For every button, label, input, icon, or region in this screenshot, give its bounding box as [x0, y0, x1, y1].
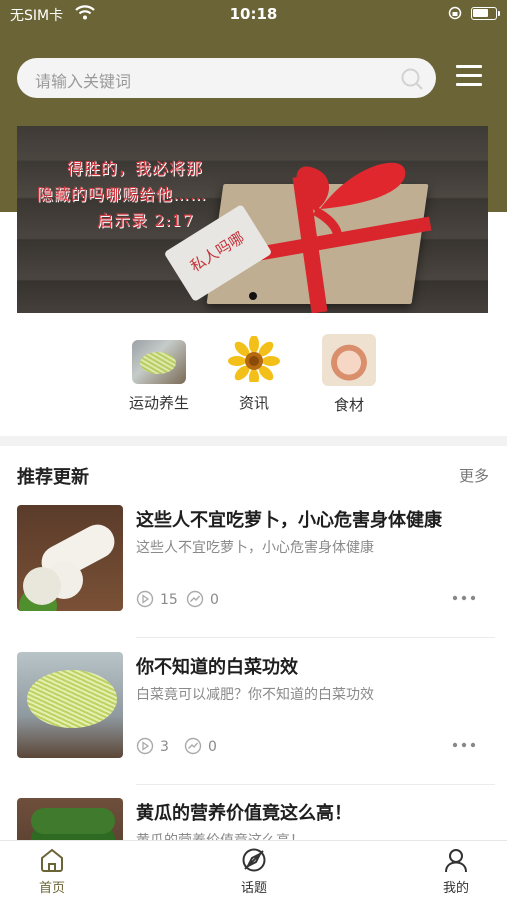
recommend-section: 推荐更新 更多 这些人不宜吃萝卜，小心危害身体健康 这些人不宜吃萝卜，小心危害身…	[0, 446, 507, 840]
article-summary: 黄瓜的营养价值竟这么高！	[136, 830, 304, 840]
tab-profile[interactable]: 我的	[416, 847, 496, 896]
tab-label: 话题	[240, 881, 267, 896]
article-title: 黄瓜的营养价值竟这么高！	[136, 803, 352, 824]
status-bar: 无SIM卡 10:18	[0, 0, 507, 28]
more-link[interactable]: 更多	[459, 465, 489, 486]
list-item[interactable]: 你不知道的白菜功效 白菜竟可以减肥？你不知道的白菜功效 3 0	[0, 639, 507, 785]
topic-compass-icon	[242, 848, 266, 872]
tab-bar: 首页 话题 我的	[0, 840, 507, 900]
battery-icon	[471, 7, 500, 20]
banner-quote-line: 启示录 2:17	[97, 211, 195, 230]
share-count: 0	[184, 737, 217, 755]
list-item[interactable]: 黄瓜的营养价值竟这么高！ 黄瓜的营养价值竟这么高！	[0, 785, 507, 840]
banner-carousel[interactable]: 得胜的，我必将那 隐藏的吗哪赐给他…… 启示录 2:17 私人吗哪	[17, 126, 488, 313]
search-bar[interactable]: 请输入关键词	[17, 58, 436, 98]
article-title: 这些人不宜吃萝卜，小心危害身体健康	[136, 510, 442, 531]
menu-icon[interactable]	[456, 65, 484, 89]
category-sport-health[interactable]: 运动养生	[111, 336, 207, 413]
cabbage-photo	[17, 652, 123, 758]
tab-label: 我的	[442, 881, 469, 896]
play-icon	[136, 737, 154, 755]
more-options-icon[interactable]	[452, 742, 476, 748]
gift-bow-icon	[296, 162, 406, 241]
orientation-lock-icon	[448, 6, 462, 24]
view-count: 15	[136, 590, 178, 608]
article-summary: 白菜竟可以减肥？你不知道的白菜功效	[136, 687, 374, 703]
tab-label: 首页	[38, 881, 65, 896]
share-count-value: 0	[208, 739, 217, 755]
section-title: 推荐更新	[17, 467, 89, 488]
home-icon	[41, 848, 63, 872]
search-input[interactable]: 请输入关键词	[35, 68, 131, 92]
share-count: 0	[186, 590, 219, 608]
banner-quote-line: 隐藏的吗哪赐给他……	[37, 185, 208, 204]
list-item[interactable]: 这些人不宜吃萝卜，小心危害身体健康 这些人不宜吃萝卜，小心危害身体健康 15 0	[0, 492, 507, 638]
category-row: 运动养生 资讯 食材	[0, 334, 507, 426]
food-bowl-photo-icon	[322, 334, 376, 386]
category-label: 运动养生	[128, 394, 189, 412]
play-icon	[136, 590, 154, 608]
profile-icon	[445, 849, 467, 873]
banner-quote-line: 得胜的，我必将那	[67, 159, 204, 178]
article-summary: 这些人不宜吃萝卜，小心危害身体健康	[136, 540, 374, 556]
category-label: 食材	[333, 396, 364, 414]
banner-quote: 得胜的，我必将那 隐藏的吗哪赐给他…… 启示录 2:17	[37, 156, 207, 234]
tab-home[interactable]: 首页	[12, 847, 92, 896]
clock: 10:18	[229, 5, 278, 23]
share-count-value: 0	[210, 592, 219, 608]
category-label: 资讯	[238, 394, 269, 412]
view-count-value: 3	[160, 739, 169, 755]
search-icon[interactable]	[400, 67, 424, 95]
view-count: 3	[136, 737, 169, 755]
tab-topics[interactable]: 话题	[214, 847, 294, 896]
salad-photo-icon	[132, 340, 186, 384]
category-ingredients[interactable]: 食材	[301, 334, 397, 415]
cucumber-photo	[17, 798, 123, 840]
trend-icon	[186, 590, 204, 608]
radish-photo	[17, 505, 123, 611]
trend-icon	[184, 737, 202, 755]
article-title: 你不知道的白菜功效	[136, 657, 298, 678]
category-news[interactable]: 资讯	[206, 336, 302, 413]
divider	[136, 637, 495, 638]
sunflower-icon	[228, 336, 280, 382]
view-count-value: 15	[160, 592, 178, 608]
carousel-indicator[interactable]	[249, 292, 257, 300]
more-options-icon[interactable]	[452, 595, 476, 601]
